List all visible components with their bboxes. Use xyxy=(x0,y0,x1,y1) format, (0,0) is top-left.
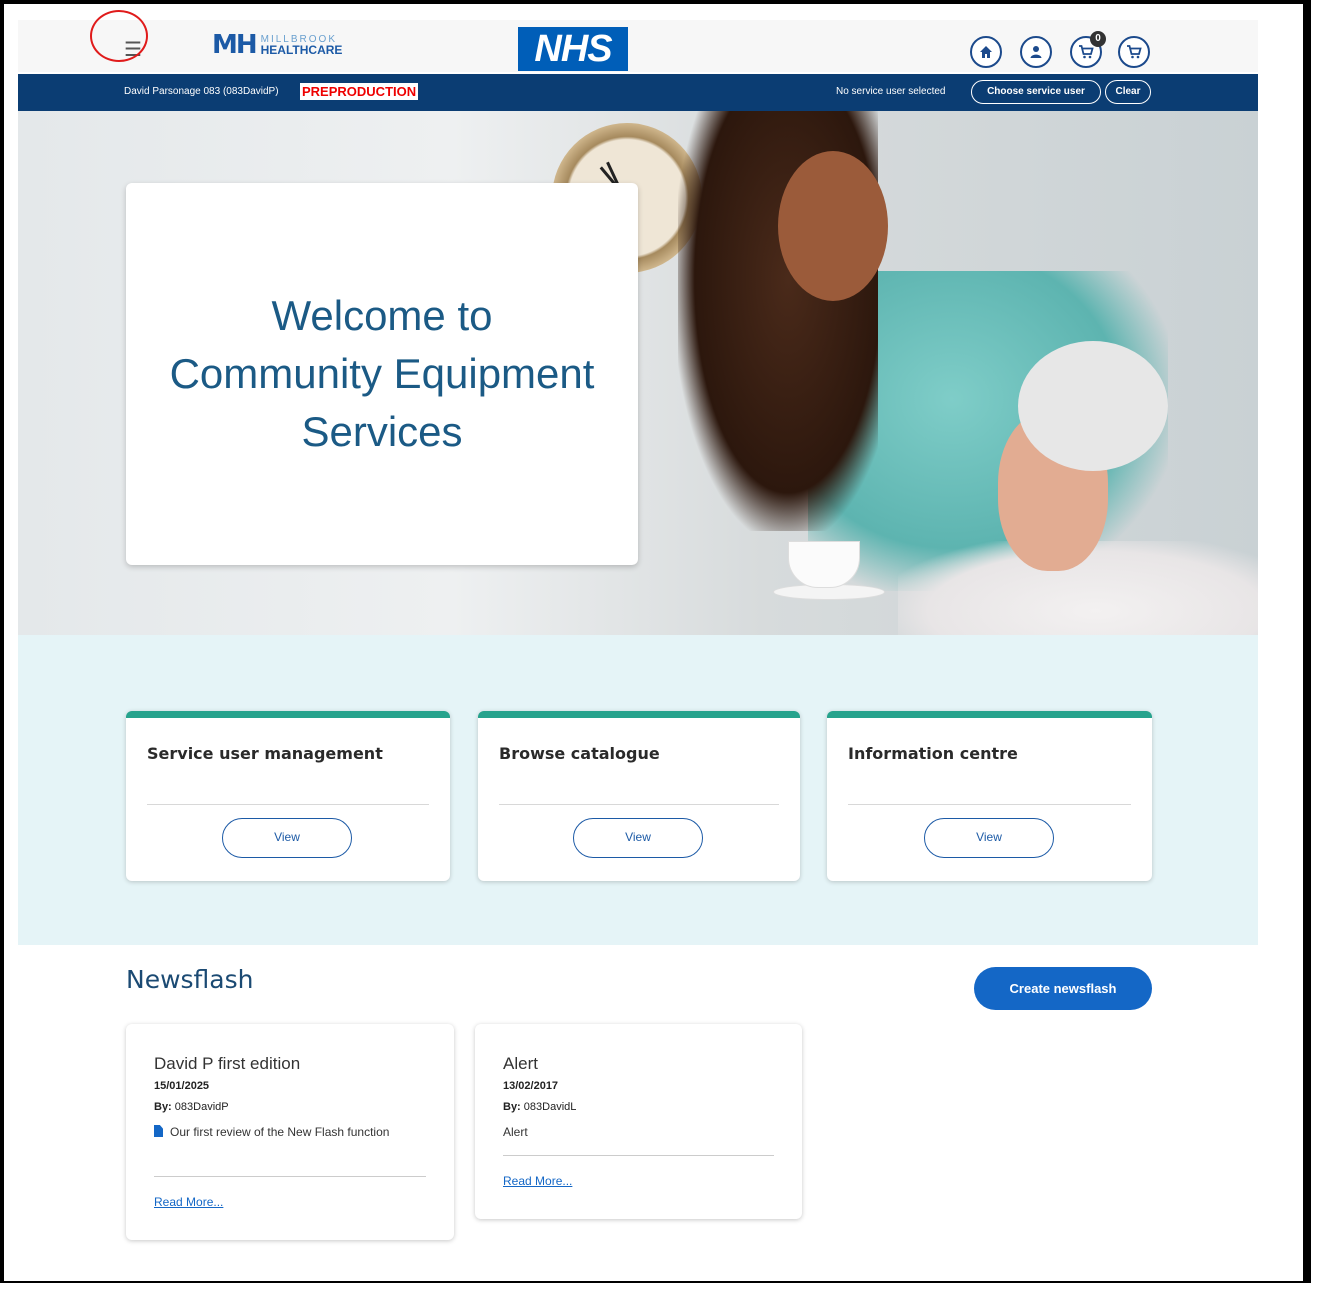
document-icon[interactable] xyxy=(154,1125,163,1137)
tile-service-user-management: Service user management View xyxy=(126,711,450,881)
tile-browse-catalogue: Browse catalogue View xyxy=(478,711,800,881)
newsflash-card: Alert 13/02/2017 By: 083DavidL Alert Rea… xyxy=(475,1024,802,1219)
logo-words: MILLBROOK HEALTHCARE xyxy=(261,34,343,56)
basket-icon[interactable] xyxy=(1118,36,1150,68)
read-more-link[interactable]: Read More... xyxy=(503,1174,572,1188)
divider xyxy=(147,804,429,805)
view-service-user-management-button[interactable]: View xyxy=(222,818,352,858)
tile-title: Information centre xyxy=(848,744,1018,763)
logged-in-user: David Parsonage 083 (083DavidP) xyxy=(124,86,279,97)
divider xyxy=(848,804,1131,805)
view-browse-catalogue-button[interactable]: View xyxy=(573,818,703,858)
newsflash-heading: Newsflash xyxy=(126,965,254,994)
newsflash-author: By: 083DavidP xyxy=(154,1101,229,1113)
welcome-title: Welcome to Community Equipment Services xyxy=(169,292,595,455)
nhs-logo: NHS xyxy=(518,27,628,71)
tile-title: Service user management xyxy=(147,744,383,763)
cart-count-badge: 0 xyxy=(1090,31,1106,47)
newsflash-date: 13/02/2017 xyxy=(503,1080,559,1092)
clear-button[interactable]: Clear xyxy=(1105,80,1151,104)
page: ☰ MH MILLBROOK HEALTHCARE NHS 0 David Pa… xyxy=(18,20,1258,1287)
divider xyxy=(499,804,779,805)
millbrook-logo[interactable]: MH MILLBROOK HEALTHCARE xyxy=(212,30,342,60)
divider xyxy=(154,1176,426,1177)
divider xyxy=(503,1155,774,1156)
create-newsflash-button[interactable]: Create newsflash xyxy=(974,967,1152,1010)
newsflash-title: Alert xyxy=(503,1054,538,1073)
choose-service-user-button[interactable]: Choose service user xyxy=(971,80,1101,104)
hamburger-menu-icon[interactable]: ☰ xyxy=(124,40,142,60)
newsflash-card: David P first edition 15/01/2025 By: 083… xyxy=(126,1024,454,1240)
newsflash-author: By: 083DavidL xyxy=(503,1101,577,1113)
view-information-centre-button[interactable]: View xyxy=(924,818,1054,858)
tile-information-centre: Information centre View xyxy=(827,711,1152,881)
hero-banner: Welcome to Community Equipment Services xyxy=(18,111,1258,635)
top-header: ☰ MH MILLBROOK HEALTHCARE NHS 0 xyxy=(18,20,1258,72)
service-user-status: No service user selected xyxy=(836,86,946,97)
newsflash-body: Alert xyxy=(503,1125,528,1139)
logo-line2: HEALTHCARE xyxy=(260,43,343,57)
logo-mark: MH xyxy=(212,30,258,60)
welcome-card: Welcome to Community Equipment Services xyxy=(126,183,638,565)
user-bar: David Parsonage 083 (083DavidP) PREPRODU… xyxy=(18,74,1258,111)
read-more-link[interactable]: Read More... xyxy=(154,1195,223,1209)
quick-links-band: Service user management View Browse cata… xyxy=(18,635,1258,945)
newsflash-date: 15/01/2025 xyxy=(154,1080,210,1092)
tile-title: Browse catalogue xyxy=(499,744,660,763)
home-icon[interactable] xyxy=(970,36,1002,68)
user-icon[interactable] xyxy=(1020,36,1052,68)
browser-frame: ☰ MH MILLBROOK HEALTHCARE NHS 0 David Pa… xyxy=(0,0,1311,1283)
newsflash-title: David P first edition xyxy=(154,1054,301,1073)
newsflash-body: Our first review of the New Flash functi… xyxy=(154,1122,394,1143)
environment-label: PREPRODUCTION xyxy=(300,83,419,100)
